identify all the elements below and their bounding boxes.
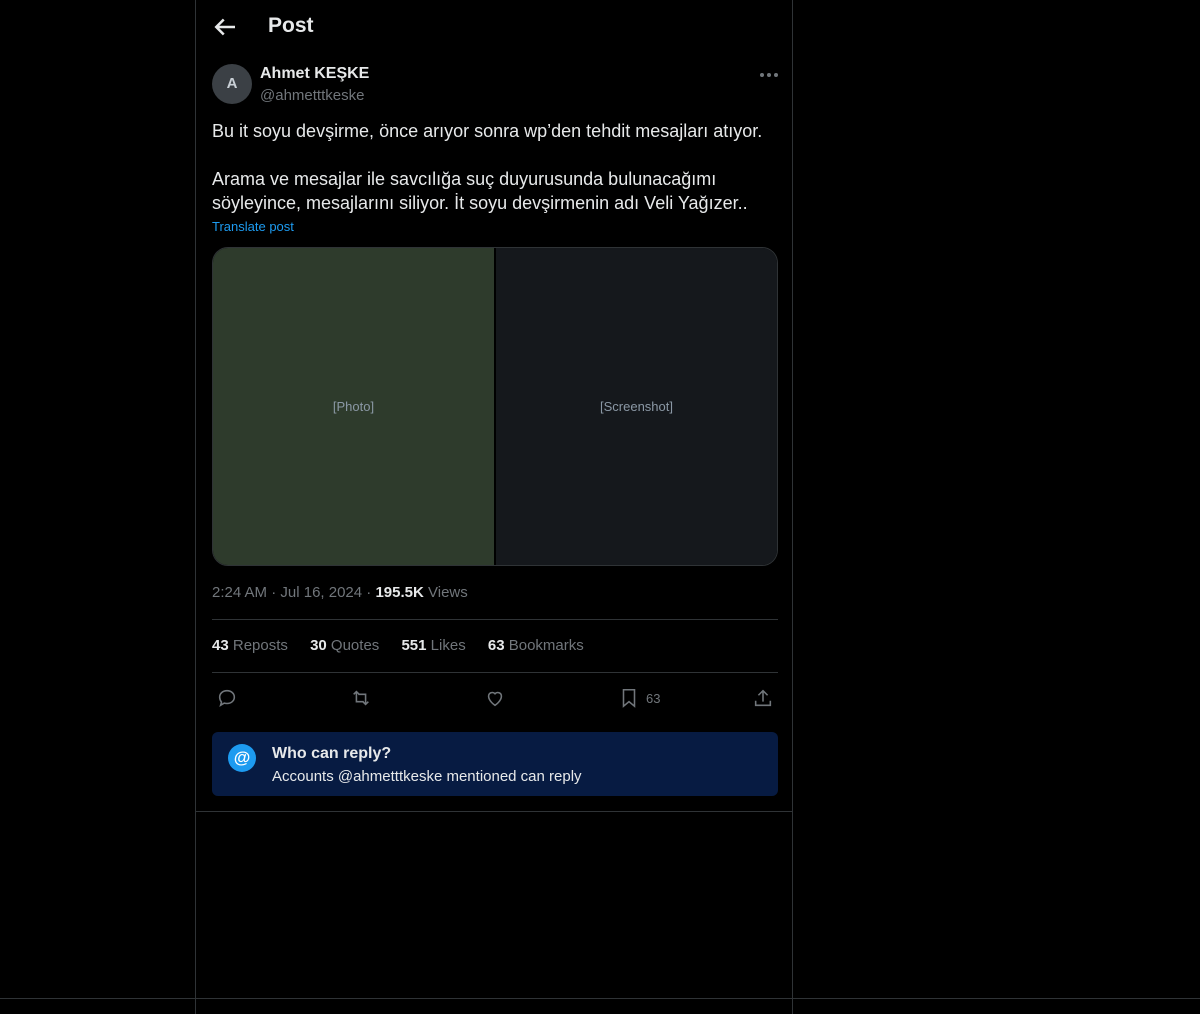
divider <box>212 672 778 673</box>
post-text-line-1: Bu it soyu devşirme, önce arıyor sonra w… <box>212 121 763 141</box>
post-header: Post <box>196 0 792 54</box>
quotes-stat[interactable]: 30 Quotes <box>310 637 379 654</box>
reply-banner-title: Who can reply? <box>272 745 392 762</box>
avatar[interactable]: A <box>212 64 252 104</box>
who-can-reply-banner: @ Who can reply? Accounts @ahmetttkeske … <box>212 732 778 796</box>
views-count: 195.5K <box>375 584 424 601</box>
bookmark-count: 63 <box>646 690 661 706</box>
repost-icon[interactable] <box>350 684 372 712</box>
divider <box>196 811 792 812</box>
author-handle[interactable]: @ahmetttkeske <box>260 87 364 104</box>
divider <box>0 998 1200 999</box>
divider <box>212 619 778 620</box>
translate-post-link[interactable]: Translate post <box>212 219 294 234</box>
post-stats: 43 Reposts 30 Quotes 551 Likes 63 Bookma… <box>212 637 602 654</box>
views-label: Views <box>428 584 468 601</box>
reply-icon[interactable] <box>216 684 238 712</box>
like-icon[interactable] <box>484 684 506 712</box>
reposts-stat[interactable]: 43 Reposts <box>212 637 288 654</box>
author-name[interactable]: Ahmet KEŞKE <box>260 65 369 83</box>
post-media[interactable]: [Photo] [Screenshot] <box>212 247 778 566</box>
more-options-icon[interactable] <box>756 64 782 86</box>
media-screenshot-placeholder[interactable]: [Screenshot] <box>496 248 777 565</box>
media-photo-placeholder[interactable]: [Photo] <box>213 248 494 565</box>
meta-dot: · <box>271 584 281 601</box>
bookmarks-stat[interactable]: 63 Bookmarks <box>488 637 584 654</box>
likes-stat[interactable]: 551 Likes <box>401 637 465 654</box>
reply-banner-subtitle: Accounts @ahmetttkeske mentioned can rep… <box>272 768 582 785</box>
post-meta: 2:24 AM · Jul 16, 2024 · 195.5K Views <box>212 584 468 601</box>
post-text-line-2: Arama ve mesajlar ile savcılığa suç duyu… <box>212 169 748 213</box>
back-arrow-icon[interactable] <box>210 12 240 42</box>
share-icon[interactable] <box>752 684 774 712</box>
page-title: Post <box>268 14 314 37</box>
bookmark-icon[interactable]: 63 <box>618 684 660 712</box>
post-time[interactable]: 2:24 AM <box>212 584 267 601</box>
post-date[interactable]: Jul 16, 2024 <box>280 584 362 601</box>
avatar-placeholder: A <box>226 75 238 92</box>
at-sign-icon: @ <box>228 744 256 772</box>
post-column: Post A Ahmet KEŞKE @ahmetttkeske Bu it s… <box>195 0 793 1014</box>
action-bar: 63 <box>212 684 778 712</box>
